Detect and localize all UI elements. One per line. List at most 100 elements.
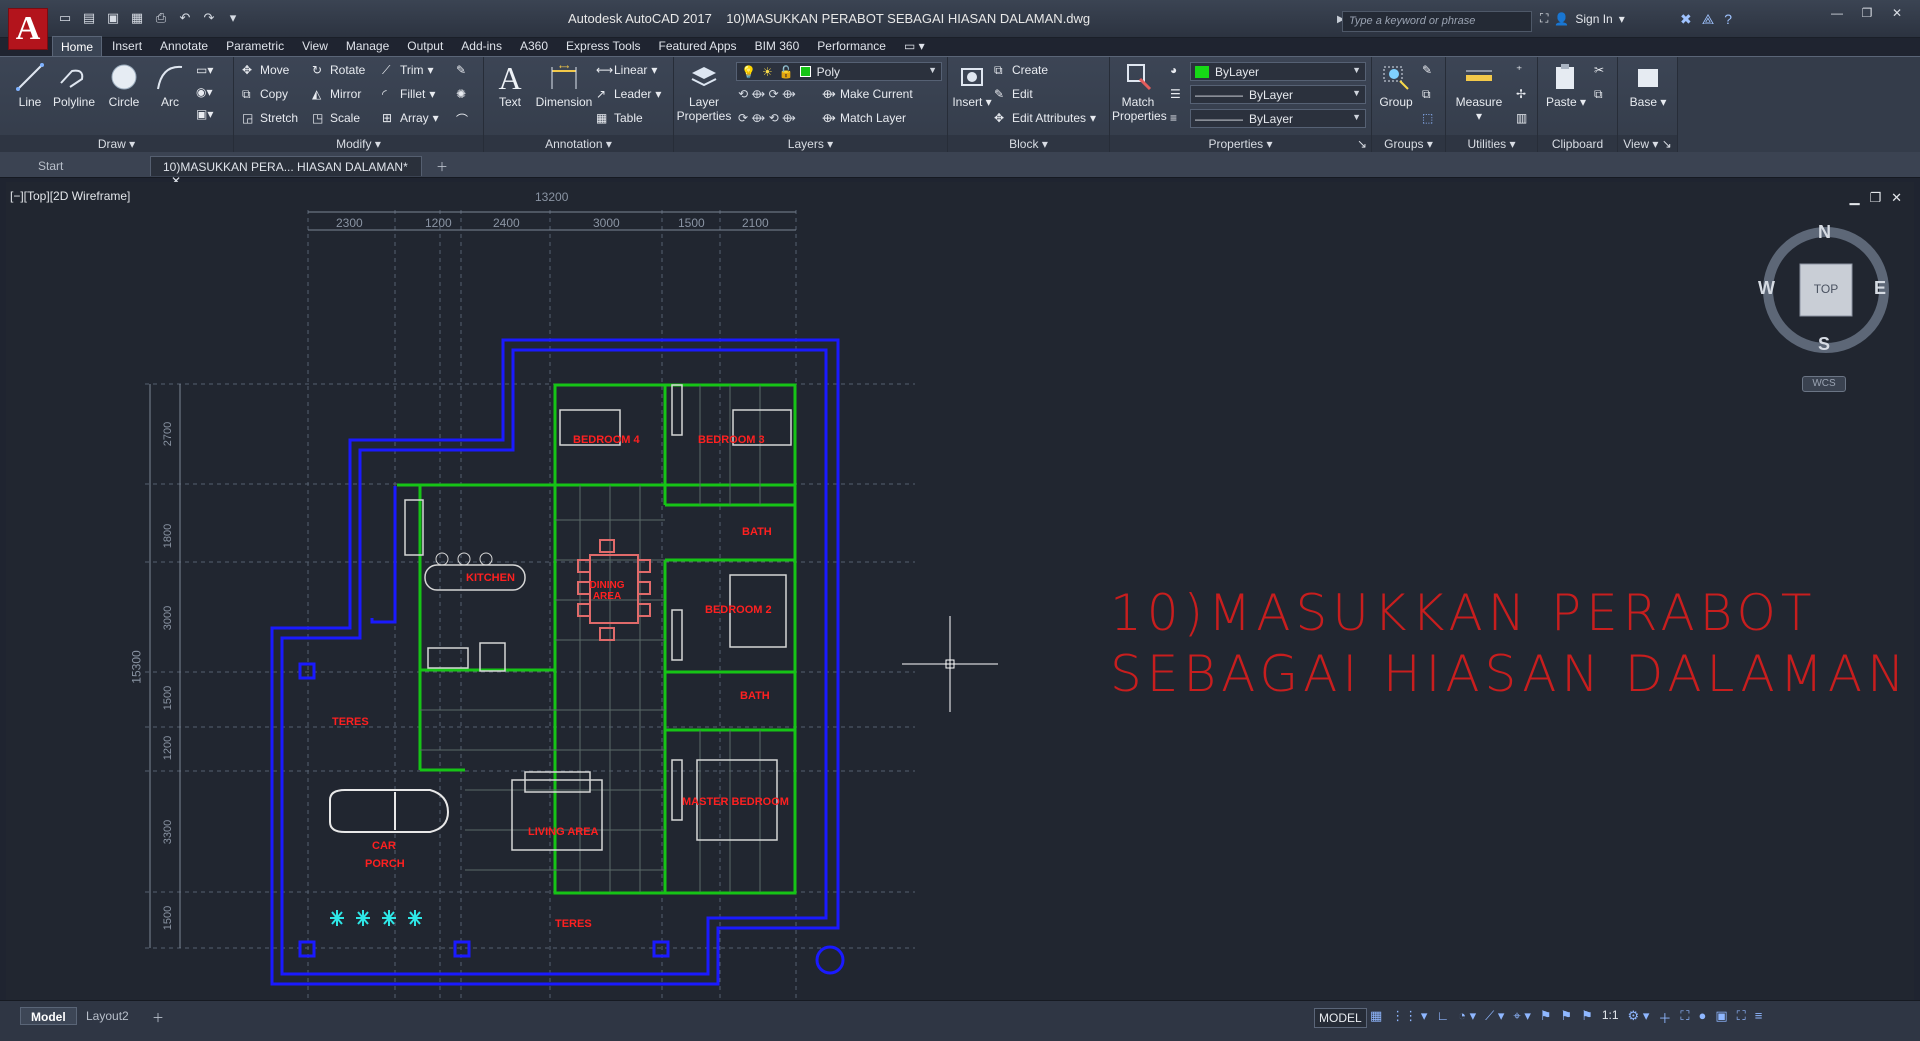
plus-icon[interactable]: ＋ bbox=[1658, 1008, 1671, 1027]
add-layout-icon[interactable]: ＋ bbox=[146, 1007, 170, 1025]
tab-start[interactable]: Start bbox=[26, 156, 126, 176]
qat-dropdown-icon[interactable]: ▾ bbox=[224, 10, 242, 26]
hatch-icon[interactable]: ◉▾ bbox=[196, 85, 213, 99]
move-button[interactable]: ✥ Move bbox=[242, 63, 289, 77]
mirror-button[interactable]: ◭ Mirror bbox=[312, 87, 361, 101]
isodraft-icon[interactable]: ⟋ ▾ bbox=[1485, 1008, 1504, 1027]
undo-icon[interactable]: ↶ bbox=[176, 10, 194, 26]
tab-home[interactable]: Home bbox=[52, 36, 103, 56]
tab-a360[interactable]: A360 bbox=[512, 36, 556, 56]
array-button[interactable]: ⊞ Array ▾ bbox=[382, 111, 439, 125]
lineweight-dropdown[interactable]: ———— ByLayer ▼ bbox=[1190, 109, 1366, 128]
tab-insert[interactable]: Insert bbox=[104, 36, 150, 56]
layer-tools-row1[interactable]: ⟲ ⟴ ⟳ ⟴ bbox=[738, 87, 796, 101]
tab-parametric[interactable]: Parametric bbox=[218, 36, 292, 56]
plot-icon[interactable]: ⎙ bbox=[152, 10, 170, 26]
panel-title-modify[interactable]: Modify ▾ bbox=[234, 135, 483, 153]
panel-title-view[interactable]: View ▾ ↘ bbox=[1618, 135, 1677, 153]
viewcube-top-face[interactable]: TOP bbox=[1800, 282, 1852, 296]
ortho-icon[interactable]: ∟ bbox=[1436, 1008, 1449, 1027]
tab-active-drawing[interactable]: 10)MASUKKAN PERA... HIASAN DALAMAN* ✕ bbox=[150, 156, 422, 188]
panel-title-utilities[interactable]: Utilities ▾ bbox=[1446, 135, 1537, 153]
tab-output[interactable]: Output bbox=[399, 36, 451, 56]
tab-layout2[interactable]: Layout2 bbox=[76, 1007, 139, 1025]
region-icon[interactable]: ▣▾ bbox=[196, 107, 213, 121]
help-icon[interactable]: ? bbox=[1724, 11, 1732, 28]
ungroup-icon[interactable]: ✎ bbox=[1422, 63, 1432, 77]
search-input[interactable]: Type a keyword or phrase bbox=[1342, 11, 1532, 32]
rectangle-icon[interactable]: ▭▾ bbox=[196, 63, 213, 77]
grid-icon[interactable]: ▦ bbox=[1370, 1008, 1382, 1027]
table-button[interactable]: ▦ Table bbox=[596, 111, 643, 125]
open-icon[interactable]: ▤ bbox=[80, 10, 98, 26]
paste-button[interactable]: Paste ▾ bbox=[1544, 61, 1588, 109]
customization-menu-icon[interactable]: ≡ bbox=[1755, 1008, 1763, 1027]
trim-button[interactable]: ⟋ Trim ▾ bbox=[382, 63, 434, 77]
wcs-menu-button[interactable]: WCS bbox=[1802, 376, 1846, 392]
tab-performance[interactable]: Performance bbox=[809, 36, 894, 56]
calculator-icon[interactable]: ▥ bbox=[1516, 111, 1527, 125]
color-dropdown[interactable]: ByLayer ▼ bbox=[1190, 62, 1366, 81]
make-current-button[interactable]: ⟴ Make Current bbox=[822, 87, 913, 101]
measure-button[interactable]: Measure ▾ bbox=[1452, 61, 1506, 123]
panel-title-groups[interactable]: Groups ▾ bbox=[1372, 135, 1445, 153]
text-button[interactable]: A Text bbox=[488, 61, 532, 109]
polyline-button[interactable]: Polyline bbox=[52, 61, 96, 109]
explode-icon[interactable]: ✺ bbox=[456, 87, 466, 101]
tab-bim-360[interactable]: BIM 360 bbox=[747, 36, 808, 56]
match-layer-button[interactable]: ⟴ Match Layer bbox=[822, 111, 906, 125]
layer-dropdown[interactable]: 💡 ☀ 🔓 Poly ▼ bbox=[736, 62, 942, 81]
line-button[interactable]: Line bbox=[8, 61, 52, 109]
linetype-dropdown[interactable]: ———— ByLayer ▼ bbox=[1190, 85, 1366, 104]
panel-title-block[interactable]: Block ▾ bbox=[948, 135, 1109, 153]
create-block-button[interactable]: ⧉ Create bbox=[994, 63, 1048, 77]
tab-express-tools[interactable]: Express Tools bbox=[558, 36, 648, 56]
new-icon[interactable]: ▭ bbox=[56, 10, 74, 26]
scale-dropdown[interactable]: 1:1 bbox=[1602, 1008, 1619, 1027]
point-icon[interactable]: ✢ bbox=[1516, 87, 1526, 101]
new-tab-icon[interactable]: ＋ bbox=[430, 156, 454, 176]
drawing-canvas[interactable] bbox=[6, 182, 1914, 1000]
restore-icon[interactable]: ❐ bbox=[1854, 4, 1880, 22]
arc-button[interactable]: Arc bbox=[148, 61, 192, 109]
exchange-icon[interactable]: ✖ bbox=[1680, 11, 1692, 28]
panel-title-annotation[interactable]: Annotation ▾ bbox=[484, 135, 673, 153]
tab-manage[interactable]: Manage bbox=[338, 36, 397, 56]
fillet-button[interactable]: ◜ Fillet ▾ bbox=[382, 87, 435, 101]
insert-button[interactable]: Insert ▾ bbox=[950, 61, 994, 109]
quick-select-icon[interactable]: ⁺ bbox=[1516, 63, 1522, 77]
panel-title-layers[interactable]: Layers ▾ bbox=[674, 135, 947, 153]
settings-gear-icon[interactable]: ⚙ ▾ bbox=[1628, 1008, 1650, 1027]
layer-tools-row2[interactable]: ⟳ ⟴ ⟲ ⟴ bbox=[738, 111, 796, 125]
viewport-controls-label[interactable]: [−][Top][2D Wireframe] bbox=[10, 189, 130, 203]
clean-screen-icon[interactable]: ⛶ bbox=[1737, 1008, 1746, 1027]
copy-button[interactable]: ⧉ Copy bbox=[242, 87, 288, 101]
edit-attributes-button[interactable]: ✥ Edit Attributes ▾ bbox=[994, 111, 1096, 125]
hardware-acceleration-icon[interactable]: ▣ bbox=[1715, 1008, 1727, 1027]
workspace-icon[interactable]: ⛶ bbox=[1680, 1008, 1689, 1027]
annotation-visibility-icon[interactable]: ⚑ bbox=[1540, 1008, 1552, 1027]
viewport-restore-icon[interactable]: ❐ bbox=[1869, 190, 1881, 206]
annotation-scale-icon[interactable]: ⚑ bbox=[1581, 1008, 1593, 1027]
rotate-button[interactable]: ↻ Rotate bbox=[312, 63, 365, 77]
viewport-close-icon[interactable]: ✕ bbox=[1891, 190, 1902, 206]
application-menu-button[interactable]: A bbox=[8, 8, 48, 50]
close-icon[interactable]: ✕ bbox=[1884, 4, 1910, 22]
offset-icon[interactable]: ⌒ bbox=[456, 111, 468, 128]
isolate-icon[interactable]: ● bbox=[1698, 1008, 1706, 1027]
model-space-button[interactable]: MODEL bbox=[1314, 1008, 1367, 1028]
group-edit-icon[interactable]: ⧉ bbox=[1422, 87, 1431, 102]
tab-model[interactable]: Model bbox=[20, 1007, 77, 1025]
scale-button[interactable]: ◳ Scale bbox=[312, 111, 360, 125]
group-button[interactable]: Group bbox=[1374, 61, 1418, 109]
osnap-icon[interactable]: ⌖ ▾ bbox=[1513, 1008, 1530, 1027]
erase-icon[interactable]: ✎ bbox=[456, 63, 466, 77]
tab-add-ins[interactable]: Add-ins bbox=[453, 36, 510, 56]
leader-button[interactable]: ↗ Leader ▾ bbox=[596, 87, 661, 101]
edit-block-button[interactable]: ✎ Edit bbox=[994, 87, 1033, 101]
tab-annotate[interactable]: Annotate bbox=[152, 36, 216, 56]
copy-clip-icon[interactable]: ⧉ bbox=[1594, 87, 1603, 102]
stretch-button[interactable]: ◲ Stretch bbox=[242, 111, 298, 125]
minimize-icon[interactable]: — bbox=[1824, 4, 1850, 22]
dimension-button[interactable]: ⟷ Dimension bbox=[534, 61, 594, 109]
